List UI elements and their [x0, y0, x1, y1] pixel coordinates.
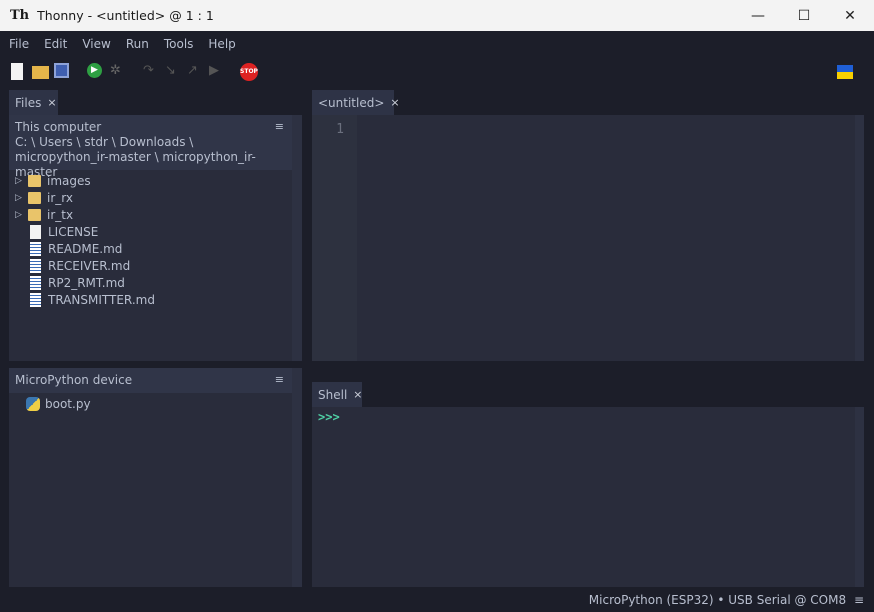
tab-shell[interactable]: Shell × [312, 382, 363, 407]
menu-run[interactable]: Run [126, 37, 149, 51]
menu-view[interactable]: View [82, 37, 110, 51]
file-name: LICENSE [48, 224, 99, 239]
file-name: RECEIVER.md [48, 258, 131, 273]
markdown-file-icon [30, 292, 41, 307]
python-file-icon [26, 396, 40, 411]
menu-edit[interactable]: Edit [44, 37, 67, 51]
files-panel: This computer C: \ Users \ stdr \ Downlo… [9, 115, 302, 361]
tab-label: <untitled> [318, 95, 385, 110]
markdown-file-icon [30, 275, 41, 290]
folder-icon [28, 208, 41, 221]
menu-tools[interactable]: Tools [164, 37, 194, 51]
debug-icon[interactable]: ✲ [110, 63, 127, 80]
folder-icon [28, 191, 41, 204]
thonny-logo-icon: Th [10, 8, 30, 23]
ukraine-flag-icon [837, 65, 853, 79]
file-name: TRANSMITTER.md [48, 292, 155, 307]
title-bar: Th Thonny - <untitled> @ 1 : 1 — ☐ ✕ [0, 0, 874, 31]
tab-label: Files [15, 95, 42, 110]
file-icon [30, 224, 41, 239]
scrollbar[interactable] [855, 407, 864, 587]
expand-icon[interactable]: ▷ [15, 176, 25, 186]
device-header: MicroPython device ≡ [9, 368, 292, 393]
status-menu-icon[interactable]: ≡ [854, 593, 864, 607]
status-bar[interactable]: MicroPython (ESP32) • USB Serial @ COM8 … [589, 593, 864, 607]
menu-file[interactable]: File [9, 37, 29, 51]
location-title: This computer [15, 120, 102, 134]
tree-item[interactable]: RECEIVER.md [15, 257, 130, 274]
tree-item[interactable]: README.md [15, 240, 122, 257]
close-tab-icon[interactable]: × [353, 388, 362, 401]
file-name: ir_rx [47, 190, 73, 205]
tree-item[interactable]: ▷ ir_rx [15, 189, 73, 206]
minimize-button[interactable]: — [735, 0, 781, 31]
device-title: MicroPython device [15, 373, 133, 387]
list-item[interactable]: boot.py [13, 395, 91, 412]
tree-item[interactable]: TRANSMITTER.md [15, 291, 155, 308]
device-panel: MicroPython device ≡ boot.py [9, 368, 302, 587]
stop-icon[interactable]: STOP [240, 63, 258, 81]
file-name: boot.py [45, 396, 91, 411]
line-number: 1 [336, 122, 344, 137]
scrollbar[interactable] [292, 368, 302, 587]
close-window-button[interactable]: ✕ [827, 0, 873, 31]
menu-help[interactable]: Help [208, 37, 235, 51]
tab-label: Shell [318, 387, 348, 402]
file-name: README.md [48, 241, 123, 256]
expand-icon[interactable]: ▷ [15, 210, 25, 220]
maximize-button[interactable]: ☐ [781, 0, 827, 31]
menu-bar: File Edit View Run Tools Help [0, 31, 251, 57]
save-file-icon[interactable] [54, 63, 69, 78]
run-icon[interactable]: ▶ [87, 63, 102, 78]
file-name: ir_tx [47, 207, 74, 222]
window-title: Thonny - <untitled> @ 1 : 1 [37, 8, 214, 23]
tree-item[interactable]: RP2_RMT.md [15, 274, 125, 291]
toolbar: ▶ ✲ ↷ ↘ ↗ ▶ STOP [0, 57, 874, 87]
interpreter-status[interactable]: MicroPython (ESP32) • USB Serial @ COM8 [589, 593, 846, 607]
scrollbar[interactable] [855, 115, 864, 361]
resume-icon[interactable]: ▶ [209, 63, 226, 80]
file-name: RP2_RMT.md [48, 275, 125, 290]
line-number-gutter: 1 [312, 115, 357, 361]
markdown-file-icon [30, 258, 41, 273]
tab-untitled[interactable]: <untitled> × [312, 90, 400, 115]
step-into-icon[interactable]: ↘ [165, 63, 182, 80]
tree-item[interactable]: ▷ ir_tx [15, 206, 73, 223]
folder-icon [28, 174, 41, 187]
open-file-icon[interactable] [32, 66, 49, 79]
tab-files[interactable]: Files × [9, 90, 58, 115]
tree-item[interactable]: LICENSE [15, 223, 98, 240]
tree-item[interactable]: ▷ images [15, 172, 91, 189]
markdown-file-icon [30, 241, 41, 256]
new-file-icon[interactable] [11, 63, 23, 80]
expand-icon[interactable]: ▷ [15, 193, 25, 203]
shell-console[interactable]: >>> [312, 407, 855, 587]
path-line[interactable]: C: \ Users \ stdr \ Downloads \ [15, 135, 286, 150]
code-editor[interactable] [357, 115, 855, 361]
close-tab-icon[interactable]: × [47, 96, 56, 109]
close-tab-icon[interactable]: × [390, 96, 399, 109]
file-name: images [47, 173, 91, 188]
panel-menu-icon[interactable]: ≡ [275, 119, 284, 134]
scrollbar[interactable] [292, 115, 302, 361]
this-computer-header: This computer C: \ Users \ stdr \ Downlo… [9, 115, 292, 179]
panel-menu-icon[interactable]: ≡ [275, 372, 284, 387]
step-over-icon[interactable]: ↷ [143, 63, 160, 80]
step-out-icon[interactable]: ↗ [187, 63, 204, 80]
shell-prompt: >>> [318, 410, 340, 424]
